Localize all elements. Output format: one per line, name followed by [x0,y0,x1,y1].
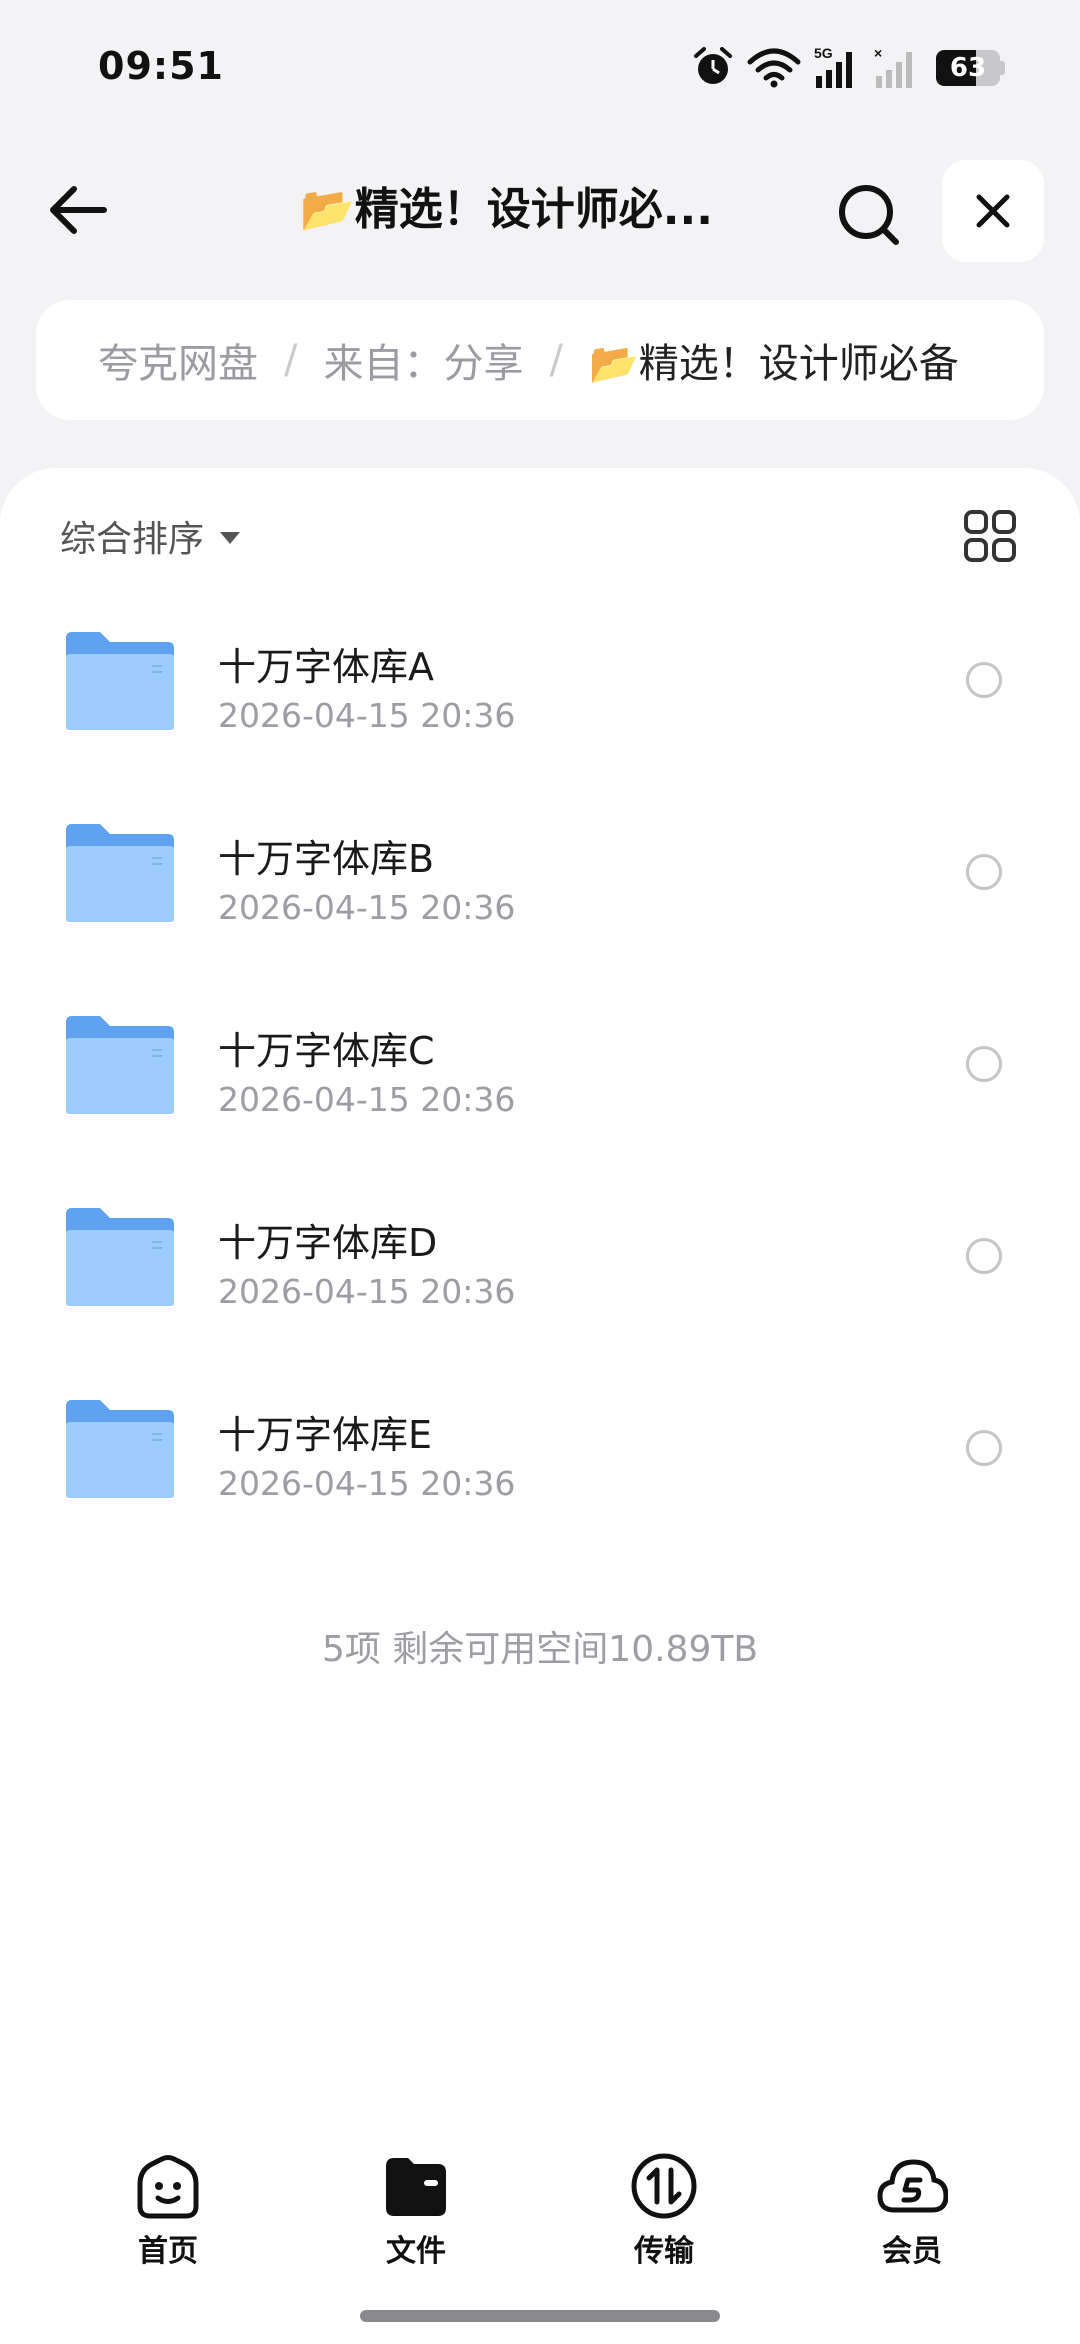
header: 📂精选！设计师必... [0,150,1080,270]
svg-text:×: × [874,45,882,61]
nav-item-files[interactable]: 文件 [336,2150,496,2270]
transfer-icon [631,2153,697,2219]
nav-label: 首页 [138,2234,198,2269]
file-row[interactable]: 十万字体库D 2026-04-15 20:36 [0,1168,1080,1360]
file-name: 十万字体库D [218,1221,438,1265]
membership-cloud-icon [877,2159,948,2213]
select-radio[interactable] [966,854,1002,890]
file-name: 十万字体库E [218,1413,433,1457]
back-arrow-icon[interactable] [40,175,120,245]
close-button[interactable] [942,160,1044,262]
file-row[interactable]: 十万字体库C 2026-04-15 20:36 [0,976,1080,1168]
close-icon [976,194,1010,228]
file-name: 十万字体库C [218,1029,435,1073]
nav-item-membership[interactable]: 会员 [832,2150,992,2270]
wifi-icon [747,48,801,88]
battery-indicator: 63 [936,50,1005,86]
file-date: 2026-04-15 20:36 [218,696,516,735]
select-radio[interactable] [966,1238,1002,1274]
caret-down-icon [220,532,241,544]
sort-label: 综合排序 [60,519,205,560]
svg-text:5G: 5G [814,45,833,61]
file-date: 2026-04-15 20:36 [218,1272,516,1311]
folder-icon [386,2158,446,2216]
file-date: 2026-04-15 20:36 [218,1080,516,1119]
home-smile-icon [137,2155,199,2219]
select-radio[interactable] [966,1430,1002,1466]
folder-icon [66,632,174,730]
breadcrumb-item-share[interactable]: 来自：分享 [323,331,523,389]
file-date: 2026-04-15 20:36 [218,888,516,927]
breadcrumb-separator: / [549,337,563,383]
nav-label: 会员 [882,2234,942,2269]
grid-view-icon[interactable] [962,508,1018,564]
home-indicator[interactable] [360,2310,720,2322]
signal-5g-icon: 5G [814,45,852,88]
file-list: 十万字体库A 2026-04-15 20:36 十万字体库B 2026-04-1… [0,592,1080,1552]
file-row[interactable]: 十万字体库B 2026-04-15 20:36 [0,784,1080,976]
select-radio[interactable] [966,662,1002,698]
nav-item-home[interactable]: 首页 [88,2150,248,2270]
breadcrumb-separator: / [284,337,298,383]
page-title: 📂精选！设计师必... [300,184,713,235]
folder-icon [66,1208,174,1306]
file-row[interactable]: 十万字体库A 2026-04-15 20:36 [0,592,1080,784]
storage-summary: 5项 剩余可用空间10.89TB [321,1629,759,1670]
breadcrumb-item-root[interactable]: 夸克网盘 [98,331,258,389]
folder-icon [66,824,174,922]
bottom-nav: 首页 文件 传输 会员 [0,2140,1080,2280]
file-name: 十万字体库A [218,645,434,689]
search-icon[interactable] [834,180,904,250]
nav-label: 文件 [386,2234,446,2269]
select-radio[interactable] [966,1046,1002,1082]
file-list-panel: 综合排序 十万字体库A 2026-04-15 20:36 十万字体库B 2026… [0,468,1080,2344]
file-date: 2026-04-15 20:36 [218,1464,516,1503]
battery-level: 63 [949,53,987,83]
sort-button[interactable]: 综合排序 [60,508,241,564]
status-time: 09:51 [98,44,224,88]
folder-icon [66,1400,174,1498]
folder-icon [66,1016,174,1114]
nav-item-transfer[interactable]: 传输 [584,2150,744,2270]
alarm-icon [694,47,732,84]
nav-label: 传输 [634,2234,694,2269]
status-bar: 09:51 5G × 63 [0,0,1080,130]
signal-icon-no-service: × [874,45,912,88]
breadcrumb: 夸克网盘 / 来自：分享 / 📂精选！设计师必备 [36,300,1044,420]
breadcrumb-item-current: 📂精选！设计师必备 [588,341,959,387]
file-name: 十万字体库B [218,837,435,881]
file-row[interactable]: 十万字体库E 2026-04-15 20:36 [0,1360,1080,1552]
